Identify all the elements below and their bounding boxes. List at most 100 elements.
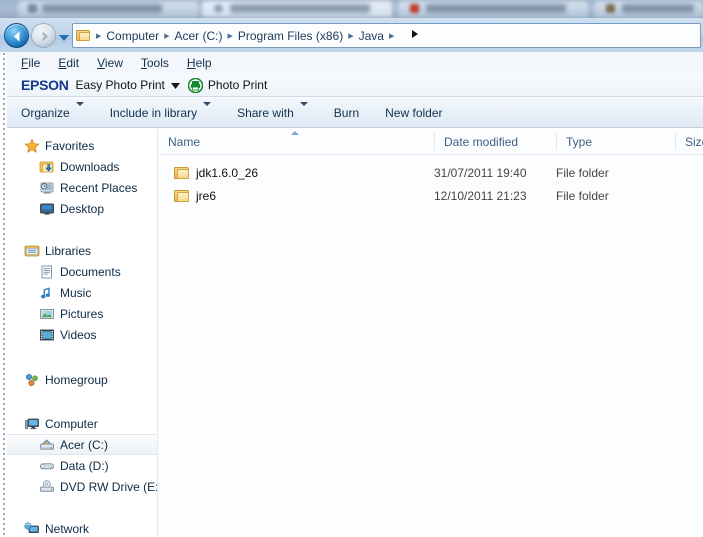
breadcrumb-item-java[interactable]: Java bbox=[355, 27, 388, 45]
table-row[interactable]: jdk1.6.0_26 31/07/2011 19:40 File folder bbox=[158, 162, 703, 184]
organize-button[interactable]: Organize bbox=[21, 101, 84, 120]
film-strip-glyph bbox=[40, 329, 54, 340]
breadcrumb-separator[interactable] bbox=[347, 32, 354, 40]
sidebar-item-music[interactable]: Music bbox=[7, 282, 157, 303]
back-button[interactable] bbox=[4, 23, 29, 48]
mouse-cursor bbox=[412, 30, 418, 38]
column-header-name[interactable]: Name bbox=[158, 129, 434, 154]
file-list-pane: Name Date modified Type Size jdk1.6.0_26… bbox=[158, 129, 703, 537]
sidebar-item-downloads[interactable]: Downloads bbox=[7, 156, 157, 177]
sidebar-item-homegroup[interactable]: Homegroup bbox=[7, 369, 157, 390]
libraries-icon bbox=[24, 243, 40, 259]
libraries-glyph bbox=[24, 245, 40, 256]
folder-icon bbox=[174, 166, 190, 181]
new-folder-button[interactable]: New folder bbox=[385, 106, 442, 120]
sidebar-label-dvd-rw-drive-e: DVD RW Drive (E:) E bbox=[60, 479, 157, 494]
menu-edit[interactable]: Edit bbox=[58, 56, 79, 70]
star-icon bbox=[24, 137, 40, 154]
breadcrumb-separator[interactable] bbox=[163, 32, 170, 40]
sidebar-item-computer[interactable]: Computer bbox=[7, 413, 157, 434]
documents-glyph bbox=[41, 265, 52, 278]
pictures-glyph bbox=[40, 308, 54, 319]
easy-photo-print-button[interactable]: Easy Photo Print bbox=[76, 78, 165, 92]
nav-group-computer: Computer Acer (C:) Data (D:) DVD RW Driv… bbox=[7, 413, 157, 497]
sidebar-label-computer: Computer bbox=[45, 416, 98, 431]
desktop-glyph bbox=[40, 203, 54, 215]
sidebar-item-recent-places[interactable]: Recent Places bbox=[7, 177, 157, 198]
breadcrumb-item-acer-c[interactable]: Acer (C:) bbox=[170, 27, 226, 45]
sidebar-item-pictures[interactable]: Pictures bbox=[7, 303, 157, 324]
recent-pages-dropdown-button[interactable] bbox=[58, 30, 70, 41]
burn-label: Burn bbox=[333, 105, 360, 120]
breadcrumb-address-bar[interactable]: Computer Acer (C:) Program Files (x86) J… bbox=[72, 23, 701, 48]
breadcrumb-separator[interactable] bbox=[226, 32, 233, 40]
menu-tools[interactable]: Tools bbox=[141, 56, 169, 70]
music-icon bbox=[39, 285, 55, 301]
chevron-down-icon bbox=[75, 101, 84, 120]
background-tab-title bbox=[42, 4, 162, 13]
drive-icon bbox=[39, 458, 55, 474]
column-header-date-modified[interactable]: Date modified bbox=[434, 129, 556, 154]
forward-button[interactable] bbox=[31, 23, 56, 48]
sidebar-item-data-d[interactable]: Data (D:) bbox=[7, 455, 157, 476]
nav-group-libraries: Libraries Documents Music Pictures Video… bbox=[7, 240, 157, 345]
nav-group-favorites: Favorites Downloads Recent Places Deskto… bbox=[7, 135, 157, 219]
share-with-button[interactable]: Share with bbox=[237, 101, 308, 120]
column-header-size[interactable]: Size bbox=[675, 129, 703, 154]
sidebar-label-downloads: Downloads bbox=[60, 159, 120, 174]
breadcrumb-folder-icon bbox=[76, 29, 93, 43]
sidebar-item-acer-c[interactable]: Acer (C:) bbox=[7, 434, 157, 455]
column-label-name: Name bbox=[168, 134, 201, 149]
photo-print-button[interactable]: Photo Print bbox=[208, 78, 267, 92]
sidebar-item-videos[interactable]: Videos bbox=[7, 324, 157, 345]
breadcrumb-separator[interactable] bbox=[388, 32, 395, 40]
printer-glyph bbox=[187, 77, 204, 93]
sidebar-label-music: Music bbox=[60, 285, 92, 300]
back-arrow-icon bbox=[14, 31, 20, 42]
breadcrumb-separator[interactable] bbox=[95, 32, 102, 40]
dvd-drive-icon bbox=[39, 479, 55, 495]
breadcrumb-item-program-files-x86[interactable]: Program Files (x86) bbox=[234, 27, 347, 45]
sidebar-item-favorites[interactable]: Favorites bbox=[7, 135, 157, 156]
drive-glyph bbox=[40, 462, 54, 469]
chevron-down-icon bbox=[59, 35, 69, 41]
background-tab-title bbox=[230, 4, 370, 13]
background-tab-title bbox=[622, 4, 694, 13]
sidebar-item-libraries[interactable]: Libraries bbox=[7, 240, 157, 261]
file-name: jre6 bbox=[196, 189, 217, 203]
background-browser-tabstrip bbox=[0, 0, 703, 18]
network-icon bbox=[24, 521, 40, 537]
file-name: jdk1.6.0_26 bbox=[196, 166, 259, 180]
file-type: File folder bbox=[556, 166, 609, 180]
address-bar-row: Computer Acer (C:) Program Files (x86) J… bbox=[0, 18, 703, 52]
column-header-row: Name Date modified Type Size bbox=[158, 129, 703, 155]
dvd-drive-glyph bbox=[40, 479, 54, 492]
hard-drive-icon bbox=[39, 437, 55, 453]
sidebar-item-network[interactable]: Network bbox=[7, 518, 157, 537]
sidebar-label-pictures: Pictures bbox=[60, 306, 104, 321]
column-label-date-modified: Date modified bbox=[444, 134, 519, 149]
menu-view[interactable]: View bbox=[97, 56, 123, 70]
share-with-label: Share with bbox=[237, 105, 294, 120]
column-header-type[interactable]: Type bbox=[556, 129, 675, 154]
desktop-icon bbox=[39, 201, 55, 217]
column-label-size: Size bbox=[685, 134, 703, 149]
include-in-library-button[interactable]: Include in library bbox=[110, 101, 212, 120]
sidebar-item-documents[interactable]: Documents bbox=[7, 261, 157, 282]
burn-button[interactable]: Burn bbox=[334, 106, 359, 120]
file-date-modified: 12/10/2011 21:23 bbox=[434, 189, 527, 203]
sidebar-item-desktop[interactable]: Desktop bbox=[7, 198, 157, 219]
menu-file[interactable]: File bbox=[21, 56, 40, 70]
sidebar-item-dvd-rw-drive-e[interactable]: DVD RW Drive (E:) E bbox=[7, 476, 157, 497]
chevron-down-icon[interactable] bbox=[170, 76, 180, 94]
epson-toolbar: EPSON Easy Photo Print Photo Print bbox=[7, 74, 703, 97]
menu-help[interactable]: Help bbox=[187, 56, 212, 70]
sidebar-label-favorites: Favorites bbox=[45, 138, 95, 153]
table-row[interactable]: jre6 12/10/2011 21:23 File folder bbox=[158, 185, 703, 207]
sidebar-label-desktop: Desktop bbox=[60, 201, 105, 216]
pictures-icon bbox=[39, 306, 55, 322]
background-tab-favicon bbox=[606, 4, 615, 13]
sidebar-label-videos: Videos bbox=[60, 327, 97, 342]
background-tab-favicon bbox=[410, 4, 419, 13]
breadcrumb-item-computer[interactable]: Computer bbox=[102, 27, 163, 45]
